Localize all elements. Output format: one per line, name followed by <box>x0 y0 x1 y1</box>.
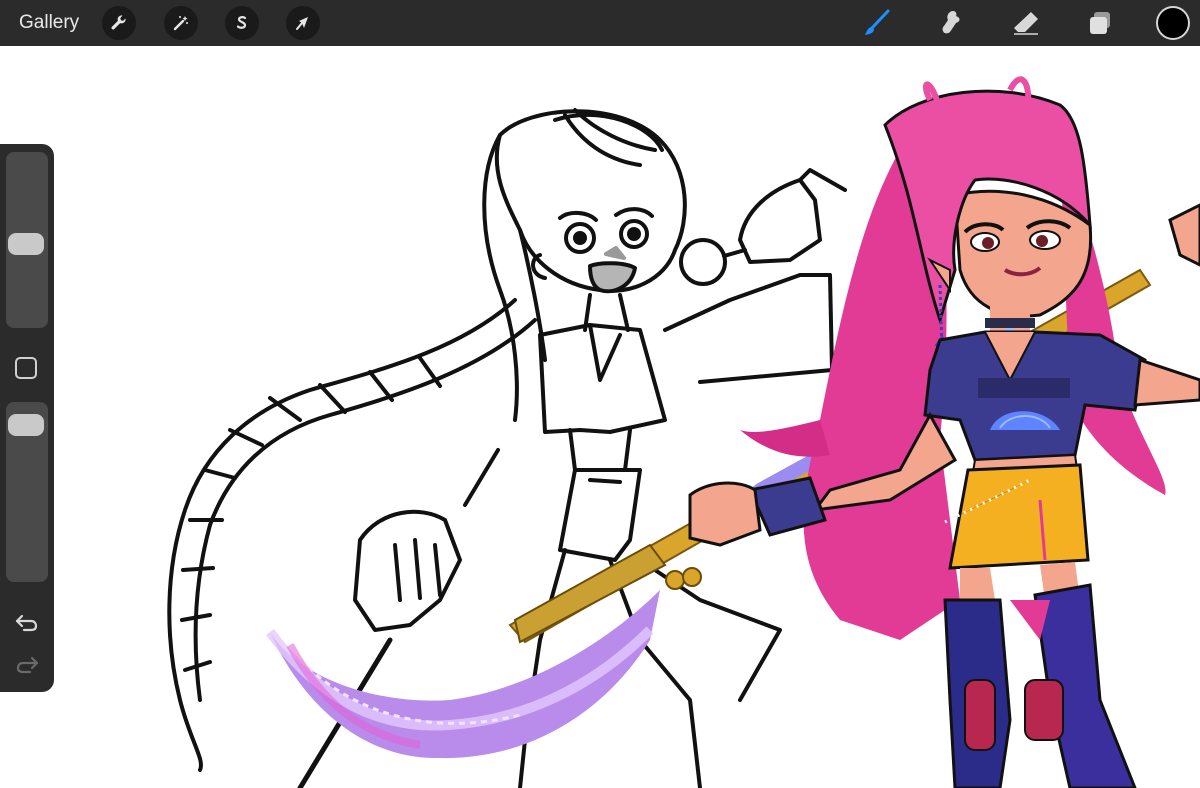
brush-tool[interactable] <box>860 6 894 40</box>
side-panel <box>0 144 54 692</box>
wrench-icon <box>111 15 126 30</box>
modify-button[interactable] <box>15 357 37 379</box>
adjustments-button[interactable] <box>164 6 198 40</box>
smudge-icon <box>942 11 960 34</box>
brush-icon <box>865 9 890 35</box>
transform-button[interactable] <box>286 6 320 40</box>
eraser-icon <box>1014 12 1038 35</box>
top-toolbar: Gallery <box>0 0 1200 46</box>
smudge-tool[interactable] <box>934 6 968 40</box>
selection-button[interactable] <box>225 6 259 40</box>
selection-icon <box>236 16 247 29</box>
skirt <box>948 463 1090 570</box>
brush-opacity-thumb[interactable] <box>8 413 44 436</box>
brush-size-thumb[interactable] <box>8 233 44 256</box>
drawing-canvas[interactable] <box>0 46 1200 788</box>
gallery-button[interactable]: Gallery <box>19 12 79 34</box>
undo-icon[interactable] <box>14 610 40 634</box>
actions-button[interactable] <box>102 6 136 40</box>
redo-icon[interactable] <box>14 652 40 676</box>
transform-arrow-icon <box>296 17 308 30</box>
color-picker-button[interactable] <box>1156 6 1190 40</box>
artwork <box>167 76 1200 788</box>
eraser-tool[interactable] <box>1009 6 1043 40</box>
layers-tool[interactable] <box>1083 6 1117 40</box>
magic-wand-icon <box>173 16 188 31</box>
brush-size-slider[interactable] <box>6 152 48 328</box>
layers-icon <box>1090 12 1110 34</box>
brush-opacity-slider[interactable] <box>6 402 48 582</box>
